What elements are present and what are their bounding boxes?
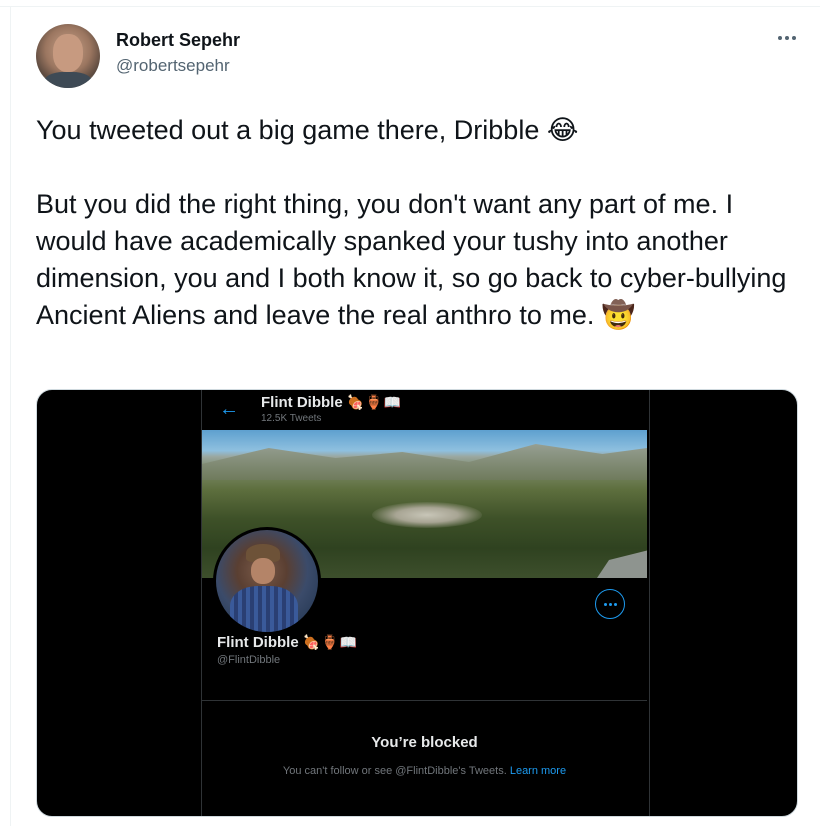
tweet-text-line1: You tweeted out a big game there, Dribbl… [36, 115, 579, 145]
blocked-message-text: You can't follow or see @FlintDibble's T… [282, 765, 507, 777]
avatar-shirt [44, 72, 92, 88]
profile-header-name: Flint Dibble 🍖🏺📖 [261, 394, 402, 411]
learn-more-link: Learn more [509, 765, 567, 777]
blocked-title: You’re blocked [371, 734, 478, 751]
profile-tweet-count: 12.5K Tweets [261, 413, 322, 424]
top-border [0, 6, 820, 7]
profile-avatar [213, 527, 321, 635]
profile-more-icon [595, 589, 625, 619]
profile-header-emojis: 🍖🏺📖 [346, 394, 403, 410]
tweet-text: You tweeted out a big game there, Dribbl… [36, 112, 806, 334]
avatar-face [251, 558, 275, 584]
divider [202, 700, 647, 701]
banner-hills [202, 444, 647, 480]
more-options-icon[interactable] [774, 28, 800, 48]
avatar-shirt [230, 586, 298, 632]
profile-name-text: Flint Dibble [217, 634, 299, 651]
profile-header-name-text: Flint Dibble [261, 394, 343, 411]
profile-name-emojis: 🍖🏺📖 [302, 634, 359, 650]
banner-roof [597, 548, 647, 578]
profile-name: Flint Dibble 🍖🏺📖 [217, 634, 358, 651]
author-handle[interactable]: @robertsepehr [116, 56, 230, 76]
author-name[interactable]: Robert Sepehr [116, 30, 240, 51]
left-border [10, 6, 11, 826]
banner-town [372, 502, 482, 528]
profile-handle: @FlintDibble [217, 654, 281, 666]
blocked-message: You can't follow or see @FlintDibble's T… [202, 765, 647, 777]
tweet-media-image[interactable]: ← Flint Dibble 🍖🏺📖 12.5K Tweets Flint Di… [36, 389, 798, 817]
avatar-face [53, 34, 83, 72]
tweet-text-body: But you did the right thing, you don't w… [36, 189, 793, 330]
author-avatar[interactable] [36, 24, 100, 88]
back-arrow-icon: ← [219, 398, 239, 420]
